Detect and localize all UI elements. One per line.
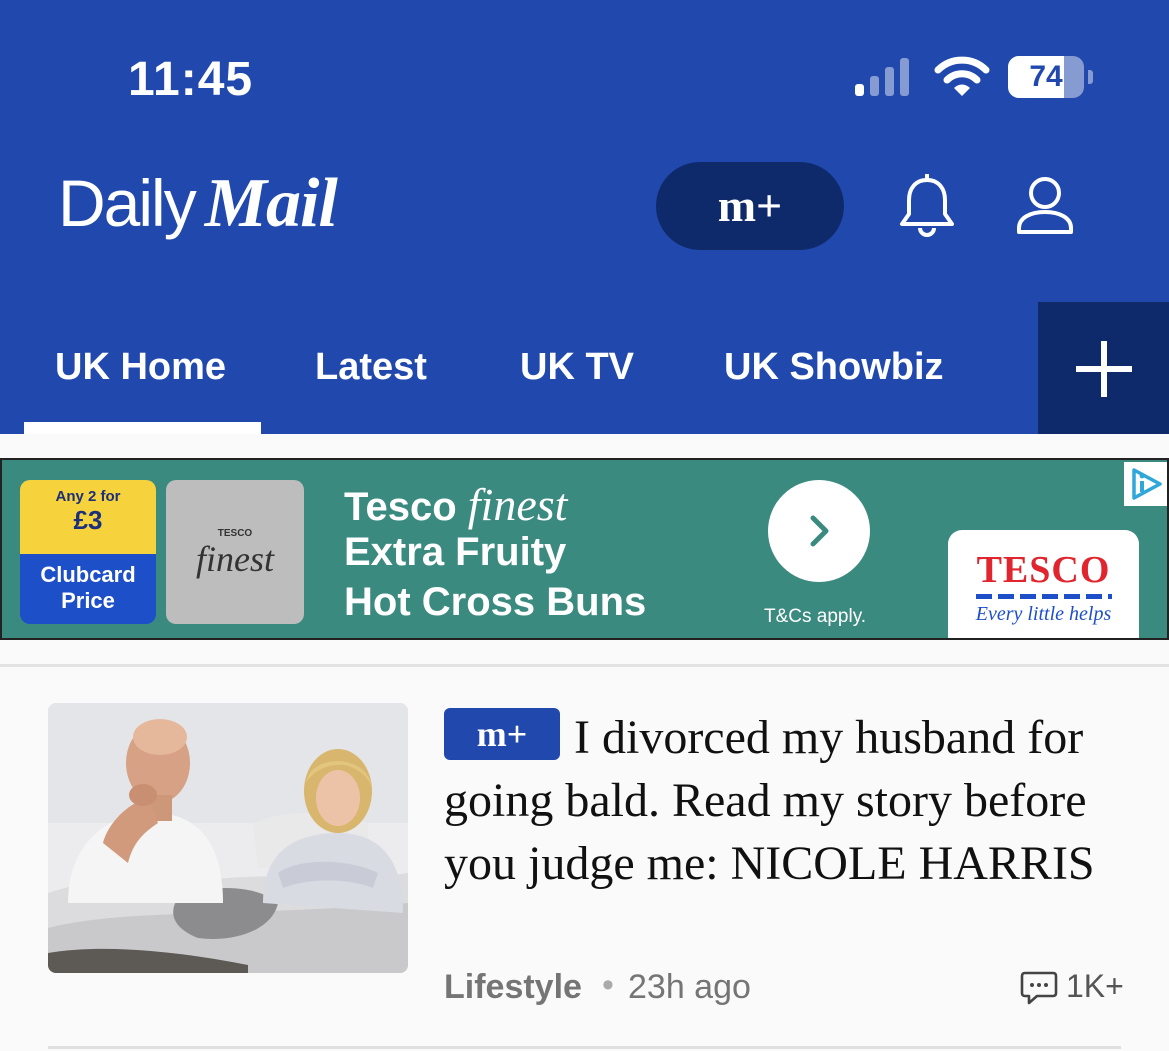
tesco-advert[interactable]: Any 2 for £3 Clubcard Price TESCO finest… — [0, 458, 1169, 640]
tesco-logo-word: TESCO — [976, 549, 1111, 591]
battery-icon: 74 — [1008, 56, 1093, 98]
logo-daily: Daily — [58, 166, 197, 240]
ad-headline-brand: Tesco — [344, 485, 457, 529]
article-divider — [48, 1046, 1121, 1049]
price-tag: Any 2 for £3 — [20, 480, 156, 554]
comment-count[interactable]: 1K+ — [1066, 968, 1124, 1005]
battery-level: 74 — [1029, 60, 1063, 93]
article-thumbnail[interactable] — [48, 703, 408, 973]
price-tag-offer: Any 2 for — [55, 488, 121, 505]
ad-arrow-button[interactable] — [768, 480, 870, 582]
chevron-right-icon — [810, 515, 829, 547]
tab-latest[interactable]: Latest — [315, 346, 427, 389]
tab-uk-tv[interactable]: UK TV — [520, 346, 634, 389]
ad-choices-icon[interactable] — [1124, 462, 1168, 506]
section-divider — [0, 664, 1169, 667]
mail-plus-button[interactable]: m+ — [656, 162, 844, 250]
active-tab-indicator — [24, 422, 261, 434]
plus-icon[interactable] — [1038, 302, 1169, 434]
ad-headline-finest: finest — [467, 479, 568, 530]
product-word: finest — [196, 539, 274, 579]
logo-mail: Mail — [204, 165, 338, 242]
article-headline[interactable]: I divorced my husband for going bald. Re… — [444, 706, 1134, 895]
article-time: 23h ago — [628, 968, 751, 1006]
clubcard-label: Clubcard Price — [20, 554, 156, 624]
price-tag-price: £3 — [73, 505, 103, 535]
bell-icon[interactable] — [896, 174, 958, 238]
article-photo — [48, 703, 408, 973]
article-category[interactable]: Lifestyle — [444, 968, 582, 1007]
user-icon[interactable] — [1014, 176, 1076, 236]
ad-headline-line-2: Extra Fruity — [344, 530, 567, 574]
app-header: 11:45 74 Daily Mail m+ UK Home Latest UK … — [0, 0, 1169, 434]
tesco-logo: TESCO Every little helps — [948, 530, 1139, 638]
clubcard-line-1: Clubcard — [40, 562, 136, 587]
tesco-slogan: Every little helps — [975, 603, 1112, 625]
tesco-logo-stripe — [975, 594, 1112, 599]
cellular-signal-icon — [855, 58, 909, 96]
ad-headline-line-1: Tesco finest — [344, 478, 567, 531]
wifi-icon — [934, 56, 990, 96]
status-time: 11:45 — [128, 53, 254, 106]
product-image: TESCO finest — [166, 480, 304, 624]
comment-icon[interactable] — [1020, 970, 1058, 1006]
tab-uk-showbiz[interactable]: UK Showbiz — [724, 346, 944, 389]
ad-terms: T&Cs apply. — [764, 606, 867, 627]
tab-uk-home[interactable]: UK Home — [55, 346, 226, 389]
ad-headline-line-3: Hot Cross Buns — [344, 580, 647, 624]
clubcard-line-2: Price — [61, 588, 115, 613]
meta-separator: • — [602, 966, 614, 1004]
daily-mail-logo[interactable]: Daily Mail — [58, 164, 338, 244]
